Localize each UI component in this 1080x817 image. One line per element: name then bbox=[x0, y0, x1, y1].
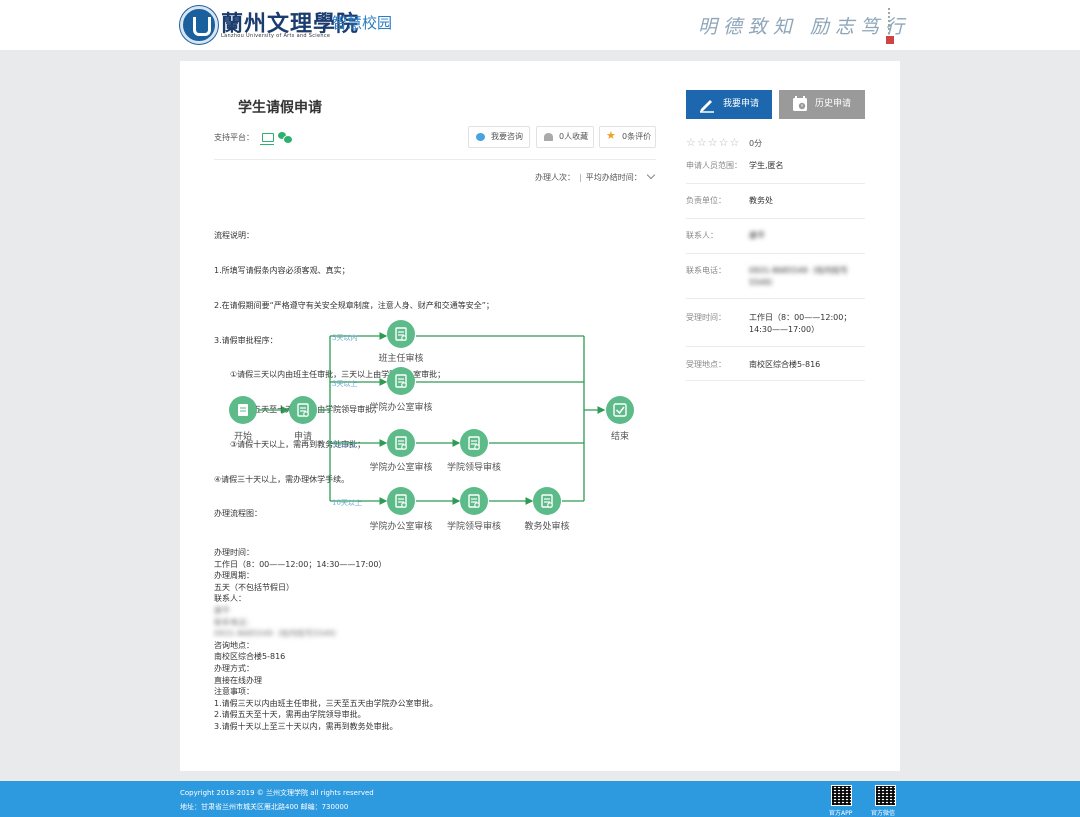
calligraphy-seal-icon bbox=[886, 8, 896, 44]
flow-node-apply: 申请 bbox=[289, 396, 317, 442]
flow-node-leader-2: 学院领导审核 bbox=[447, 487, 501, 532]
footer bbox=[0, 781, 1080, 817]
svg-text:教务处审核: 教务处审核 bbox=[524, 520, 569, 532]
info-row-time: 受理时间： 工作日（8：00——12:00；14:30——17:00） bbox=[686, 312, 865, 347]
flow-node-end: 结束 bbox=[606, 396, 634, 442]
svg-text:班主任审核: 班主任审核 bbox=[378, 352, 423, 364]
qr-code-wechat-icon[interactable] bbox=[875, 785, 896, 806]
chevron-down-icon[interactable] bbox=[646, 170, 655, 180]
qr-app-label: 官方APP bbox=[829, 810, 853, 817]
copyright: Copyright 2018-2019 © 兰州文理学院 all rights … bbox=[180, 789, 374, 797]
heart-icon bbox=[544, 133, 553, 141]
branch-label: 3天以上 bbox=[332, 379, 357, 388]
svg-text:学院领导审核: 学院领导审核 bbox=[447, 461, 501, 473]
qr-code-app-icon[interactable] bbox=[831, 785, 852, 806]
branch-label: 10天以上 bbox=[332, 498, 362, 507]
svg-text:学院办公室审核: 学院办公室审核 bbox=[369, 401, 432, 413]
history-button[interactable]: 历史申请 bbox=[779, 90, 865, 119]
info-row-location: 受理地点： 南校区综合楼5-816 bbox=[686, 359, 865, 381]
phone-value: 0931-8685549（校内短号5549） bbox=[214, 629, 342, 639]
svg-text:申请: 申请 bbox=[294, 430, 312, 442]
school-motto: 明德致知 励志笃行 bbox=[698, 16, 911, 38]
consult-button[interactable]: 我要咨询 bbox=[468, 126, 530, 148]
platform-label: 支持平台： bbox=[214, 133, 254, 142]
rating-score: 0分 bbox=[749, 139, 763, 148]
svg-text:学院办公室审核: 学院办公室审核 bbox=[369, 520, 432, 532]
flow-node-class-teacher: 班主任审核 bbox=[378, 320, 424, 364]
top-header: 蘭州文理學院 Lanzhou University of Arts and Sc… bbox=[0, 0, 1080, 50]
flow-diagram: 开始 申请 班主任审核 学院办公室审核 学院办公室审核 学院领导审核 学院办公室… bbox=[214, 316, 644, 545]
rating-stars[interactable]: ☆☆☆☆☆ bbox=[686, 136, 740, 149]
branch-label: 3天以内 bbox=[332, 333, 357, 342]
info-row-department: 负责单位： 教务处 bbox=[686, 195, 865, 219]
flow-node-academic: 教务处审核 bbox=[524, 487, 570, 532]
flow-node-start: 开始 bbox=[229, 396, 257, 442]
flow-node-office-3: 学院办公室审核 bbox=[369, 487, 433, 532]
chat-icon bbox=[476, 133, 485, 141]
flow-node-office-2: 学院办公室审核 bbox=[369, 429, 433, 473]
divider bbox=[214, 159, 656, 160]
svg-text:开始: 开始 bbox=[234, 430, 252, 442]
favorite-button[interactable]: 0人收藏 bbox=[536, 126, 594, 148]
svg-text:学院办公室审核: 学院办公室审核 bbox=[369, 461, 432, 473]
flow-node-office: 学院办公室审核 bbox=[369, 367, 433, 413]
pen-icon bbox=[700, 100, 714, 113]
school-name-en: Lanzhou University of Arts and Science bbox=[221, 33, 331, 39]
phone-label: 联系电话： bbox=[214, 617, 254, 627]
pc-icon bbox=[260, 133, 274, 145]
handle-stats[interactable]: 办理人次： | 平均办结时间： bbox=[535, 170, 655, 183]
service-info: 办理时间： 工作日（8：00——12:00；14:30——17:00） 办理周期… bbox=[214, 548, 438, 731]
info-row-phone: 联系电话： 0931-8685549（校内短号5549） bbox=[686, 265, 865, 299]
info-row-contact: 联系人： 康平 bbox=[686, 230, 865, 254]
svg-text:学院领导审核: 学院领导审核 bbox=[447, 520, 501, 532]
brand-title[interactable]: 智慧校园 bbox=[332, 12, 392, 33]
star-icon: ★ bbox=[606, 129, 616, 142]
page-title: 学生请假申请 bbox=[238, 100, 322, 116]
flow-node-leader: 学院领导审核 bbox=[447, 429, 501, 473]
apply-button[interactable]: 我要申请 bbox=[686, 90, 772, 119]
qr-wechat-label: 官方微信 bbox=[871, 810, 896, 817]
branch-label: 5天以上 bbox=[332, 440, 357, 449]
contact-name: 康平 bbox=[214, 605, 230, 615]
address: 地址：甘肃省兰州市城关区雁北路400 邮编：730000 bbox=[180, 803, 349, 811]
info-row-scope: 申请人员范围： 学生,匿名 bbox=[686, 160, 865, 184]
calendar-icon bbox=[793, 96, 807, 111]
review-button[interactable]: ★ 0条评价 bbox=[599, 126, 656, 148]
svg-text:结束: 结束 bbox=[611, 430, 629, 442]
wechat-icon bbox=[278, 132, 293, 144]
school-logo-icon[interactable] bbox=[180, 6, 218, 44]
